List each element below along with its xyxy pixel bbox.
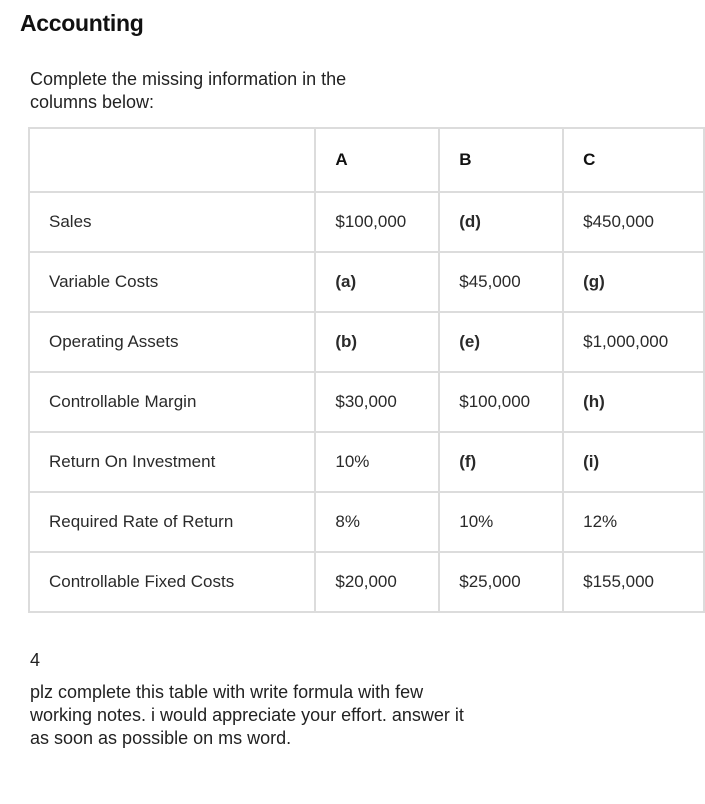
value-cell-a: 8% (314, 491, 441, 553)
table-header-row: A B C (27, 127, 705, 193)
header-cell-a: A (314, 127, 441, 193)
row-label-cell: Controllable Fixed Costs (27, 551, 317, 613)
value-cell-b: $45,000 (438, 251, 565, 313)
value-cell-b: $100,000 (438, 371, 565, 433)
instructions-text: Complete the missing information in the … (30, 69, 347, 112)
header-cell-empty (27, 127, 317, 193)
value-cell-b: (d) (438, 191, 565, 253)
value-cell-c: $155,000 (562, 551, 705, 613)
table-row: Required Rate of Return 8% 10% 12% (27, 491, 705, 553)
value-cell-c: (i) (562, 431, 705, 493)
value-cell-b: (e) (438, 311, 565, 373)
header-cell-b: B (438, 127, 565, 193)
table-row: Return On Investment 10% (f) (i) (27, 431, 705, 493)
request-note: plz complete this table with write formu… (30, 682, 464, 748)
value-cell-a: (b) (314, 311, 441, 373)
value-cell-c: (h) (562, 371, 705, 433)
row-label-cell: Return On Investment (27, 431, 317, 493)
value-cell-c: $1,000,000 (562, 311, 705, 373)
value-cell-b: $25,000 (438, 551, 565, 613)
table-row: Controllable Margin $30,000 $100,000 (h) (27, 371, 705, 433)
value-cell-c: $450,000 (562, 191, 705, 253)
table-row: Controllable Fixed Costs $20,000 $25,000 $1… (27, 551, 705, 613)
table-row: Sales $100,000 (d) $450,000 (27, 191, 705, 253)
value-cell-b: 10% (438, 491, 565, 553)
table-row: Variable Costs (a) $45,000 (g) (27, 251, 705, 313)
value-cell-b: (f) (438, 431, 565, 493)
page-number: 4 (30, 650, 41, 670)
row-label-cell: Required Rate of Return (27, 491, 317, 553)
data-table: A B C Sales $100,000 (d) $450,000 Variable C… (27, 127, 705, 613)
row-label-cell: Sales (27, 191, 317, 253)
value-cell-c: 12% (562, 491, 705, 553)
header-cell-c: C (562, 127, 705, 193)
table-row: Operating Assets (b) (e) $1,000,000 (27, 311, 705, 373)
value-cell-c: (g) (562, 251, 705, 313)
value-cell-a: $100,000 (314, 191, 441, 253)
value-cell-a: $20,000 (314, 551, 441, 613)
value-cell-a: $30,000 (314, 371, 441, 433)
value-cell-a: (a) (314, 251, 441, 313)
row-label-cell: Variable Costs (27, 251, 317, 313)
value-cell-a: 10% (314, 431, 441, 493)
document-title: Accounting (20, 10, 144, 36)
row-label-cell: Operating Assets (27, 311, 317, 373)
row-label-cell: Controllable Margin (27, 371, 317, 433)
